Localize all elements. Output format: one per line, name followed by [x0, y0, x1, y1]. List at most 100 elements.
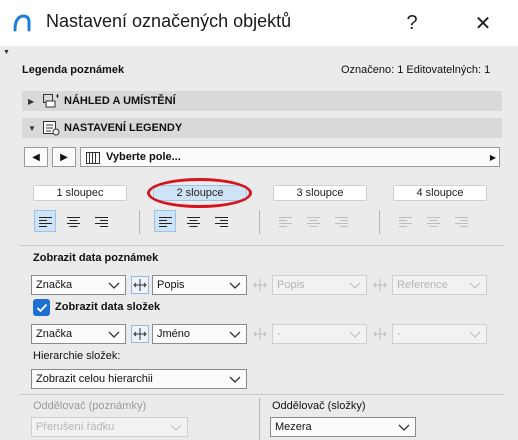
section-title: Legenda poznámek: [22, 64, 125, 76]
next-field-button[interactable]: ▶: [52, 147, 76, 167]
component-column-1-select[interactable]: Značka: [31, 324, 126, 344]
chevron-down-icon: [229, 282, 241, 289]
field-select-dropdown[interactable]: Vyberte pole... ▶: [80, 147, 500, 167]
prev-field-button[interactable]: ◀: [24, 147, 48, 167]
link-toggle-icon[interactable]: [251, 276, 269, 294]
chevron-down-icon: [108, 331, 120, 338]
align-right-icon: [454, 216, 468, 227]
link-toggle-icon[interactable]: [371, 276, 389, 294]
align-right-icon: [334, 216, 348, 227]
chevron-down-icon: [170, 424, 182, 431]
note-column-1-select[interactable]: Značka: [31, 275, 126, 295]
legend-settings-icon: [42, 120, 60, 136]
align-center-button[interactable]: [302, 210, 324, 232]
section-label: NÁHLED A UMÍSTĚNÍ: [64, 95, 176, 107]
align-left-icon: [158, 216, 172, 227]
align-center-button[interactable]: [422, 210, 444, 232]
select-value: -: [397, 328, 401, 340]
align-left-button[interactable]: [394, 210, 416, 232]
window-title: Nastavení označených objektů: [46, 11, 292, 31]
group-separator: [139, 210, 140, 234]
chevron-down-icon: [108, 282, 120, 289]
note-column-2-select[interactable]: Popis: [152, 275, 247, 295]
section-preview-placement[interactable]: ▶ NÁHLED A UMÍSTĚNÍ: [22, 91, 502, 111]
align-center-icon: [186, 216, 200, 227]
align-center-button[interactable]: [62, 210, 84, 232]
show-component-data-label: Zobrazit data složek: [55, 301, 161, 313]
select-value: Přerušení řádku: [36, 421, 115, 433]
expand-arrow-icon: ▶: [28, 96, 35, 106]
chevron-down-icon: [469, 331, 481, 338]
show-component-data-checkbox[interactable]: [33, 299, 50, 316]
group-separator: [259, 210, 260, 234]
section-legend-settings[interactable]: ▼ NASTAVENÍ LEGENDY: [22, 118, 502, 138]
align-left-button[interactable]: [154, 210, 176, 232]
chevron-down-icon: [229, 331, 241, 338]
link-toggle-icon[interactable]: [251, 325, 269, 343]
note-data-heading: Zobrazit data poznámek: [33, 252, 159, 264]
align-center-button[interactable]: [182, 210, 204, 232]
align-right-icon: [94, 216, 108, 227]
chevron-down-icon: [398, 424, 410, 431]
align-left-icon: [398, 216, 412, 227]
chevron-down-icon: [229, 376, 241, 383]
align-left-button[interactable]: [274, 210, 296, 232]
align-center-icon: [66, 216, 80, 227]
close-button[interactable]: ✕: [455, 0, 511, 46]
hierarchy-select[interactable]: Zobrazit celou hierarchii: [31, 369, 247, 389]
column-option-3[interactable]: 3 sloupce: [273, 185, 367, 201]
align-center-icon: [306, 216, 320, 227]
preview-placement-icon: [42, 93, 60, 109]
components-separator-select[interactable]: Mezera: [270, 417, 416, 437]
select-value: Reference: [397, 279, 448, 291]
note-column-3-select[interactable]: Popis: [272, 275, 367, 295]
component-column-4-select[interactable]: -: [392, 324, 487, 344]
select-value: Značka: [36, 328, 73, 340]
selection-info: Označeno: 1 Editovatelných: 1: [341, 64, 491, 76]
select-value: Mezera: [275, 421, 312, 433]
section-label: NASTAVENÍ LEGENDY: [64, 122, 183, 134]
align-right-button[interactable]: [90, 210, 112, 232]
align-right-button[interactable]: [210, 210, 232, 232]
align-right-button[interactable]: [330, 210, 352, 232]
align-right-button[interactable]: [450, 210, 472, 232]
select-value: Zobrazit celou hierarchii: [36, 373, 153, 385]
note-column-4-select[interactable]: Reference: [392, 275, 487, 295]
select-value: Jméno: [157, 328, 191, 340]
field-select-value: Vyberte pole...: [106, 151, 181, 163]
help-button[interactable]: ?: [384, 0, 440, 46]
select-value: Značka: [36, 279, 73, 291]
select-value: Popis: [157, 279, 185, 291]
chevron-down-icon: [349, 282, 361, 289]
column-option-1[interactable]: 1 sloupec: [33, 185, 127, 201]
dropdown-arrow-icon: ▶: [489, 152, 496, 162]
link-toggle-icon[interactable]: [131, 325, 149, 343]
link-toggle-icon[interactable]: [131, 276, 149, 294]
field-columns-icon: [86, 151, 100, 164]
notes-separator-select[interactable]: Přerušení řádku: [31, 417, 188, 437]
select-value: -: [277, 328, 281, 340]
component-column-3-select[interactable]: -: [272, 324, 367, 344]
align-left-icon: [38, 216, 52, 227]
align-right-icon: [214, 216, 228, 227]
align-left-button[interactable]: [34, 210, 56, 232]
group-separator: [259, 398, 260, 440]
chevron-down-icon: [349, 331, 361, 338]
group-separator: [379, 210, 380, 234]
components-separator-label: Oddělovač (složky): [272, 400, 366, 412]
archicad-app-icon: [12, 13, 32, 33]
divider: [20, 394, 504, 395]
link-toggle-icon[interactable]: [371, 325, 389, 343]
hierarchy-label: Hierarchie složek:: [33, 350, 121, 362]
align-left-icon: [278, 216, 292, 227]
corner-marker-icon: ▼: [3, 49, 10, 56]
chevron-down-icon: [469, 282, 481, 289]
divider: [20, 245, 504, 246]
notes-separator-label: Oddělovač (poznámky): [33, 400, 147, 412]
collapse-arrow-icon: ▼: [28, 123, 36, 133]
highlight-annotation: [147, 178, 252, 208]
select-value: Popis: [277, 279, 305, 291]
checkmark-icon: [36, 303, 47, 312]
component-column-2-select[interactable]: Jméno: [152, 324, 247, 344]
column-option-4[interactable]: 4 sloupce: [393, 185, 487, 201]
